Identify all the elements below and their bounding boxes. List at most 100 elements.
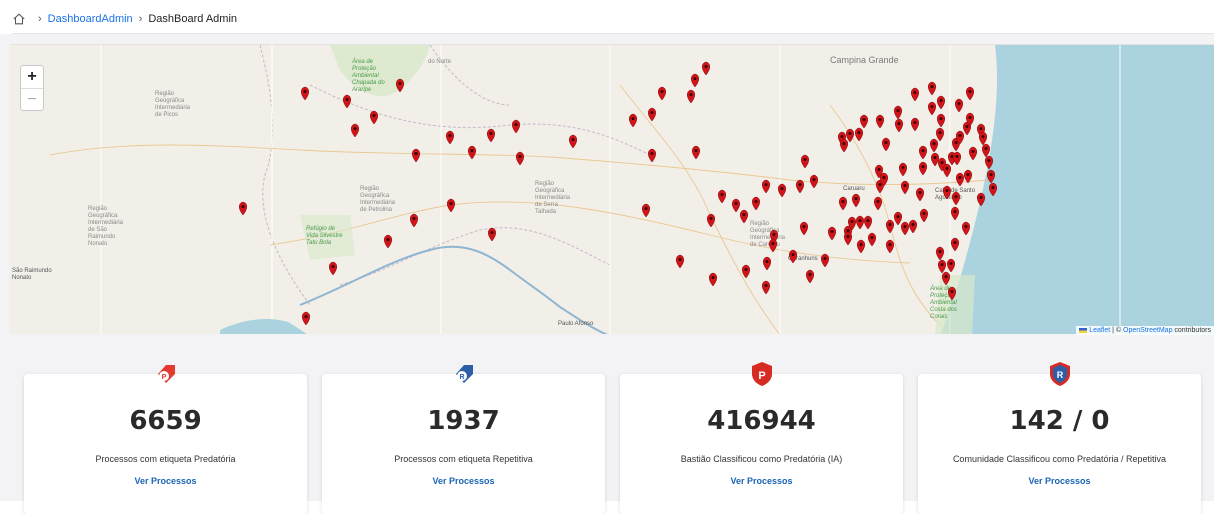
map-marker-icon[interactable]: [301, 86, 309, 101]
map-marker-icon[interactable]: [947, 258, 955, 273]
map-marker-icon[interactable]: [468, 145, 476, 160]
map[interactable]: Campina Grande do Norte Área de Proteção A…: [10, 44, 1214, 335]
map-marker-icon[interactable]: [410, 213, 418, 228]
map-marker-icon[interactable]: [742, 264, 750, 279]
map-marker-icon[interactable]: [384, 234, 392, 249]
ver-processos-link[interactable]: Ver Processos: [918, 476, 1201, 486]
zoom-in-button[interactable]: +: [21, 66, 43, 88]
map-marker-icon[interactable]: [840, 138, 848, 153]
zoom-out-button[interactable]: −: [21, 88, 43, 110]
map-marker-icon[interactable]: [709, 272, 717, 287]
map-marker-icon[interactable]: [876, 114, 884, 129]
map-marker-icon[interactable]: [740, 209, 748, 224]
map-marker-icon[interactable]: [882, 137, 890, 152]
map-marker-icon[interactable]: [928, 81, 936, 96]
map-marker-icon[interactable]: [763, 256, 771, 271]
map-marker-icon[interactable]: [899, 162, 907, 177]
map-marker-icon[interactable]: [895, 118, 903, 133]
map-marker-icon[interactable]: [936, 246, 944, 261]
map-marker-icon[interactable]: [979, 131, 987, 146]
home-icon[interactable]: [12, 12, 26, 26]
map-marker-icon[interactable]: [931, 152, 939, 167]
map-marker-icon[interactable]: [648, 107, 656, 122]
map-marker-icon[interactable]: [955, 98, 963, 113]
map-marker-icon[interactable]: [937, 95, 945, 110]
map-marker-icon[interactable]: [874, 196, 882, 211]
map-marker-icon[interactable]: [806, 269, 814, 284]
map-marker-icon[interactable]: [969, 146, 977, 161]
map-marker-icon[interactable]: [769, 238, 777, 253]
ver-processos-link[interactable]: Ver Processos: [620, 476, 903, 486]
map-marker-icon[interactable]: [687, 89, 695, 104]
map-marker-icon[interactable]: [658, 86, 666, 101]
map-marker-icon[interactable]: [860, 114, 868, 129]
map-canvas[interactable]: Campina Grande do Norte Área de Proteção A…: [10, 45, 1214, 335]
map-marker-icon[interactable]: [919, 145, 927, 160]
map-marker-icon[interactable]: [821, 253, 829, 268]
map-marker-icon[interactable]: [412, 148, 420, 163]
map-marker-icon[interactable]: [648, 148, 656, 163]
map-marker-icon[interactable]: [930, 138, 938, 153]
map-marker-icon[interactable]: [762, 179, 770, 194]
ver-processos-link[interactable]: Ver Processos: [322, 476, 605, 486]
map-marker-icon[interactable]: [956, 172, 964, 187]
map-marker-icon[interactable]: [239, 201, 247, 216]
map-marker-icon[interactable]: [951, 206, 959, 221]
map-marker-icon[interactable]: [894, 105, 902, 120]
map-marker-icon[interactable]: [966, 86, 974, 101]
map-marker-icon[interactable]: [447, 198, 455, 213]
map-marker-icon[interactable]: [487, 128, 495, 143]
map-marker-icon[interactable]: [488, 227, 496, 242]
map-marker-icon[interactable]: [928, 101, 936, 116]
map-marker-icon[interactable]: [329, 261, 337, 276]
map-marker-icon[interactable]: [828, 226, 836, 241]
map-marker-icon[interactable]: [676, 254, 684, 269]
map-marker-icon[interactable]: [901, 221, 909, 236]
osm-link[interactable]: OpenStreetMap: [1123, 327, 1172, 334]
map-marker-icon[interactable]: [762, 280, 770, 295]
map-marker-icon[interactable]: [982, 143, 990, 158]
map-marker-icon[interactable]: [702, 61, 710, 76]
leaflet-link[interactable]: Leaflet: [1089, 327, 1110, 334]
map-marker-icon[interactable]: [911, 117, 919, 132]
map-marker-icon[interactable]: [856, 215, 864, 230]
map-marker-icon[interactable]: [953, 151, 961, 166]
map-marker-icon[interactable]: [351, 123, 359, 138]
map-marker-icon[interactable]: [732, 198, 740, 213]
map-marker-icon[interactable]: [569, 134, 577, 149]
map-marker-icon[interactable]: [302, 311, 310, 326]
map-marker-icon[interactable]: [952, 191, 960, 206]
map-marker-icon[interactable]: [920, 208, 928, 223]
map-marker-icon[interactable]: [370, 110, 378, 125]
map-marker-icon[interactable]: [516, 151, 524, 166]
map-marker-icon[interactable]: [796, 179, 804, 194]
map-marker-icon[interactable]: [778, 183, 786, 198]
map-marker-icon[interactable]: [962, 221, 970, 236]
map-marker-icon[interactable]: [911, 87, 919, 102]
map-marker-icon[interactable]: [857, 239, 865, 254]
map-marker-icon[interactable]: [343, 94, 351, 109]
map-marker-icon[interactable]: [894, 211, 902, 226]
map-marker-icon[interactable]: [868, 232, 876, 247]
map-marker-icon[interactable]: [886, 219, 894, 234]
map-marker-icon[interactable]: [839, 196, 847, 211]
map-marker-icon[interactable]: [718, 189, 726, 204]
map-marker-icon[interactable]: [936, 127, 944, 142]
map-marker-icon[interactable]: [692, 145, 700, 160]
breadcrumb-dashboard-link[interactable]: DashboardAdmin: [48, 13, 133, 25]
map-marker-icon[interactable]: [919, 161, 927, 176]
map-marker-icon[interactable]: [852, 193, 860, 208]
ver-processos-link[interactable]: Ver Processos: [24, 476, 307, 486]
map-marker-icon[interactable]: [810, 174, 818, 189]
map-marker-icon[interactable]: [629, 113, 637, 128]
map-marker-icon[interactable]: [938, 259, 946, 274]
map-marker-icon[interactable]: [864, 215, 872, 230]
map-marker-icon[interactable]: [886, 239, 894, 254]
map-marker-icon[interactable]: [846, 128, 854, 143]
map-marker-icon[interactable]: [855, 127, 863, 142]
map-marker-icon[interactable]: [800, 221, 808, 236]
map-marker-icon[interactable]: [909, 219, 917, 234]
map-marker-icon[interactable]: [752, 196, 760, 211]
map-marker-icon[interactable]: [801, 154, 809, 169]
map-marker-icon[interactable]: [707, 213, 715, 228]
